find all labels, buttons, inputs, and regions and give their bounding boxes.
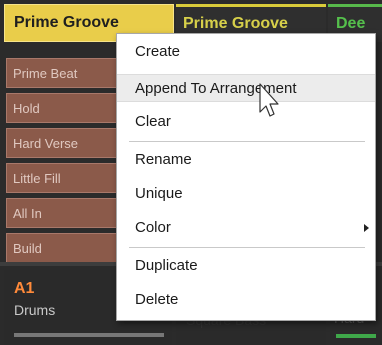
menu-item-label: Delete xyxy=(135,291,179,308)
menu-item-label: Clear xyxy=(135,113,171,130)
pattern-slot-label: Hold xyxy=(13,101,40,116)
menu-item-unique[interactable]: Unique xyxy=(117,180,375,208)
menu-item-create[interactable]: Create xyxy=(117,38,375,66)
pattern-slot-label: Hard Verse xyxy=(13,136,79,151)
menu-item-delete[interactable]: Delete xyxy=(117,286,375,314)
menu-item-duplicate[interactable]: Duplicate xyxy=(117,252,375,280)
pattern-tab-label: Prime Groove xyxy=(183,15,288,32)
menu-item-rename[interactable]: Rename xyxy=(117,146,375,174)
pattern-slot-label: Little Fill xyxy=(13,171,61,186)
pattern-slot-label: All In xyxy=(13,206,42,221)
group-code: A1 xyxy=(14,280,35,297)
menu-item-append-to-arrangement[interactable]: Append To Arrangement xyxy=(117,74,375,102)
menu-separator xyxy=(129,141,365,142)
menu-item-clear[interactable]: Clear xyxy=(117,108,375,136)
group-name: Drums xyxy=(14,302,56,318)
menu-separator xyxy=(129,247,365,248)
submenu-arrow-icon xyxy=(364,224,369,232)
sound-level-bar xyxy=(336,334,376,338)
mouse-pointer-icon xyxy=(259,83,279,117)
pattern-slot-label: Build xyxy=(13,241,42,256)
menu-item-label: Create xyxy=(135,43,181,60)
menu-item-label: Color xyxy=(135,219,171,236)
menu-item-label: Unique xyxy=(135,185,183,202)
pattern-tab-label: Dee xyxy=(336,15,366,32)
group-level-bar xyxy=(14,333,164,337)
menu-item-color[interactable]: Color xyxy=(117,214,375,242)
menu-item-label: Duplicate xyxy=(135,257,198,274)
context-menu: Create Append To Arrangement Clear Renam… xyxy=(116,33,376,321)
pattern-slot-label: Prime Beat xyxy=(13,66,78,81)
menu-item-label: Rename xyxy=(135,151,192,168)
pattern-tab-label: Prime Groove xyxy=(14,14,119,31)
